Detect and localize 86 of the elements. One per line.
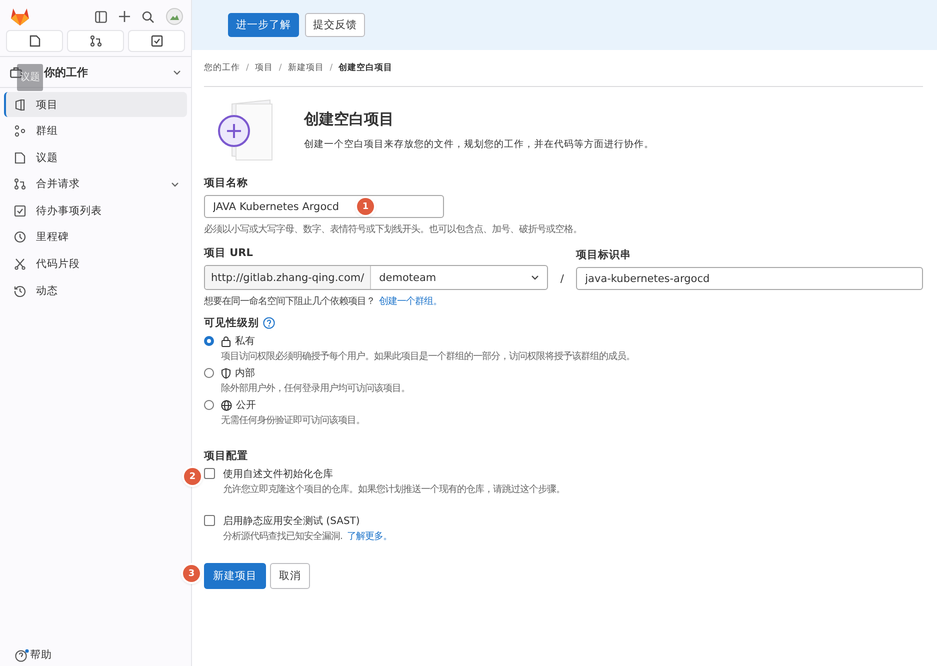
breadcrumb-link[interactable]: 项目 bbox=[254, 62, 273, 74]
shield-icon bbox=[221, 368, 231, 378]
breadcrumb-link[interactable]: 您的工作 bbox=[204, 62, 240, 74]
nav-label: 代码片段 bbox=[36, 257, 80, 272]
radio-button[interactable] bbox=[204, 400, 214, 410]
option-description: 分析源代码查找已知安全漏洞. bbox=[223, 531, 343, 542]
help-link[interactable]: 帮助 bbox=[0, 648, 191, 666]
breadcrumb-separator: / bbox=[330, 63, 333, 73]
field-hint: 必须以小写或大写字母、数字、表情符号或下划线开头。也可以包含点、加号、破折号或空格。 bbox=[204, 223, 583, 236]
form-button[interactable]: 取消 bbox=[270, 563, 310, 589]
nav-label: 动态 bbox=[36, 284, 58, 298]
option-label: 启用静态应用安全测试 (SAST) bbox=[223, 514, 361, 528]
clock-icon bbox=[14, 231, 26, 244]
section-label: 你的工作 bbox=[44, 65, 88, 80]
plus-icon[interactable] bbox=[119, 11, 130, 22]
nav-item[interactable]: 待办事项列表 bbox=[4, 198, 187, 224]
checkbox[interactable] bbox=[204, 468, 215, 479]
help-icon[interactable] bbox=[263, 317, 275, 329]
sidebar-tab[interactable] bbox=[6, 30, 63, 52]
path-separator: / bbox=[559, 273, 565, 287]
nav-label: 待办事项列表 bbox=[36, 204, 102, 218]
nav-item[interactable]: 合并请求 bbox=[4, 172, 187, 197]
field-label: 项目标识串 bbox=[576, 248, 632, 262]
learn-more-link[interactable]: 了解更多。 bbox=[346, 531, 392, 542]
nav-item[interactable]: 议题 bbox=[4, 145, 187, 170]
breadcrumb-separator: / bbox=[246, 63, 249, 73]
option-label: 内部 bbox=[235, 366, 255, 380]
step-marker: 3 bbox=[183, 565, 200, 582]
option-description: 允许您立即克隆这个项目的仓库。如果您计划推送一个现有的仓库，请跳过这个步骤。 bbox=[223, 484, 565, 495]
banner-button[interactable]: 进一步了解 bbox=[228, 13, 299, 37]
merge-icon bbox=[14, 178, 26, 190]
help-icon bbox=[15, 648, 29, 662]
briefcase-icon bbox=[10, 67, 22, 78]
step-marker: 1 bbox=[357, 198, 374, 215]
option-description: 无需任何身份验证即可访问该项目。 bbox=[221, 414, 365, 427]
nav-label: 议题 bbox=[36, 150, 58, 165]
page-description: 创建一个空白项目来存放您的文件，规划您的工作，并在代码等方面进行协作。 bbox=[304, 138, 654, 150]
search-icon[interactable] bbox=[142, 10, 154, 22]
lock-icon bbox=[221, 336, 231, 346]
option-description: 项目访问权限必须明确授予每个用户。如果此项目是一个群组的一部分，访问权限将授予该群组的成员。 bbox=[221, 350, 635, 363]
page-title: 创建空白项目 bbox=[304, 110, 395, 128]
project-slug-field[interactable]: java-kubernetes-argocd bbox=[576, 267, 923, 290]
group-icon bbox=[14, 125, 26, 138]
section-label: 项目配置 bbox=[204, 449, 249, 463]
field-label: 项目名称 bbox=[204, 176, 249, 190]
radio-button[interactable] bbox=[204, 368, 214, 378]
document-icon bbox=[14, 152, 26, 164]
document-icon bbox=[28, 35, 40, 47]
checkbox-icon bbox=[14, 204, 26, 217]
globe-icon bbox=[221, 400, 232, 410]
nav-item[interactable]: 项目 bbox=[4, 92, 187, 117]
nav-item[interactable]: 代码片段 bbox=[4, 252, 187, 277]
nav-label: 合并请求 bbox=[36, 177, 80, 192]
avatar-icon[interactable] bbox=[166, 8, 183, 25]
breadcrumb-separator: / bbox=[278, 63, 282, 73]
nav-label: 项目 bbox=[36, 98, 58, 112]
option-description: 除外部用户外，任何登录用户均可访问该项目。 bbox=[221, 382, 410, 395]
sidebar-tab[interactable] bbox=[128, 30, 185, 52]
sidebar-toggle-icon[interactable] bbox=[95, 10, 107, 22]
option-label: 使用自述文件初始化仓库 bbox=[223, 468, 334, 481]
breadcrumb-link[interactable]: 创建空白项目 bbox=[338, 62, 393, 74]
project-icon bbox=[14, 98, 26, 110]
checkbox-icon bbox=[150, 35, 162, 47]
nav-item[interactable]: 动态 bbox=[4, 278, 187, 304]
scissors-icon bbox=[14, 258, 26, 270]
merge-icon bbox=[90, 35, 102, 47]
history-icon bbox=[14, 284, 26, 297]
banner-button[interactable]: 提交反馈 bbox=[305, 13, 365, 37]
nav-item[interactable]: 群组 bbox=[4, 118, 187, 144]
breadcrumb-link[interactable]: 新建项目 bbox=[288, 62, 324, 74]
sidebar-tab[interactable] bbox=[67, 30, 124, 52]
create-group-link[interactable]: 创建一个群组。 bbox=[379, 296, 442, 307]
checkbox[interactable] bbox=[204, 515, 215, 526]
option-label: 私有 bbox=[235, 335, 255, 348]
section-label: 可见性级别 bbox=[204, 316, 259, 330]
field-hint: 想要在同一命名空间下阻止几个依赖项目？ bbox=[204, 296, 375, 307]
form-button[interactable]: 新建项目 bbox=[204, 563, 266, 589]
radio-button[interactable] bbox=[204, 336, 214, 346]
tooltip: 议题 bbox=[17, 64, 43, 91]
option-label: 公开 bbox=[236, 399, 256, 412]
fox-logo-icon[interactable] bbox=[10, 7, 30, 26]
nav-item[interactable]: 里程碑 bbox=[4, 224, 187, 250]
nav-label: 群组 bbox=[36, 124, 58, 138]
step-marker: 2 bbox=[184, 468, 201, 485]
field-label: 项目 URL bbox=[204, 246, 254, 260]
nav-label: 里程碑 bbox=[36, 230, 69, 244]
